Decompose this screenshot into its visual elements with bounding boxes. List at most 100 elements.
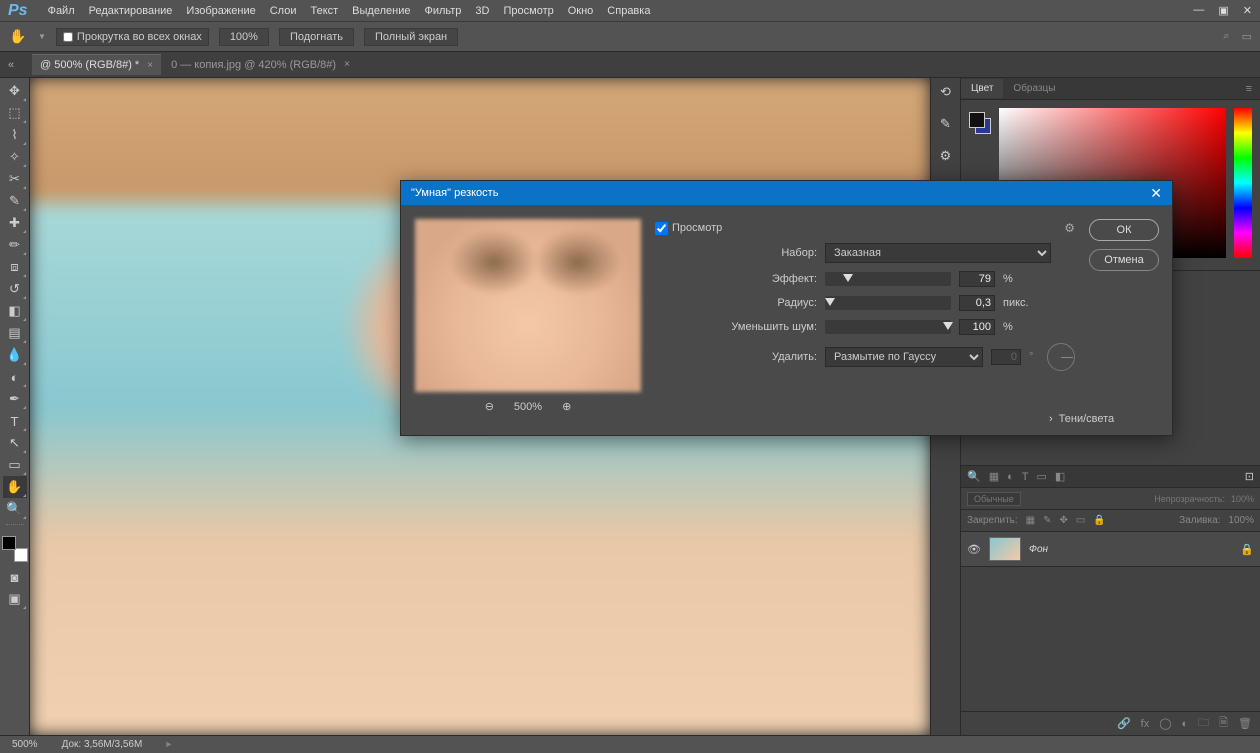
magic-wand-tool-icon[interactable]: ✧	[3, 146, 27, 168]
amount-slider[interactable]	[825, 272, 951, 286]
layer-mask-icon[interactable]: ◯	[1159, 717, 1171, 730]
maximize-icon[interactable]: ▣	[1218, 4, 1228, 17]
layers-filter-img-icon[interactable]: ▦	[989, 470, 999, 483]
history-panel-icon[interactable]: ⟲	[940, 84, 951, 100]
tab-overflow-icon[interactable]: «	[8, 59, 14, 71]
link-layers-icon[interactable]: 🔗	[1117, 717, 1131, 730]
radius-input[interactable]	[959, 295, 995, 311]
noise-slider[interactable]	[825, 320, 951, 334]
close-icon[interactable]: ✕	[1243, 4, 1252, 17]
fg-bg-swatch[interactable]	[969, 112, 991, 134]
quickmask-icon[interactable]: ◙	[3, 566, 27, 588]
status-arrow-icon[interactable]: ▸	[166, 739, 171, 750]
screenmode-icon[interactable]: ▣	[3, 588, 27, 610]
layer-row[interactable]: 👁 Фон 🔒	[961, 531, 1260, 567]
layers-filter-toggle[interactable]: ⊡	[1245, 470, 1254, 483]
dialog-settings-icon[interactable]: ⚙	[1064, 221, 1075, 235]
ok-button[interactable]: ОК	[1089, 219, 1159, 241]
status-doc[interactable]: Док: 3,56M/3,56M	[62, 739, 143, 750]
healing-tool-icon[interactable]: ✚	[3, 212, 27, 234]
menu-image[interactable]: Изображение	[186, 5, 255, 17]
menu-edit[interactable]: Редактирование	[89, 5, 173, 17]
dropdown-icon[interactable]: ▼	[38, 32, 46, 41]
workspace-icon[interactable]: ▭	[1242, 30, 1252, 43]
fullscreen-button[interactable]: Полный экран	[364, 28, 458, 46]
properties-panel-icon[interactable]: ⚙	[940, 148, 952, 164]
dialog-close-icon[interactable]: ✕	[1150, 185, 1162, 202]
menu-type[interactable]: Текст	[310, 5, 338, 17]
menu-layer[interactable]: Слои	[270, 5, 297, 17]
fill-value[interactable]: 100%	[1228, 515, 1254, 526]
adjustment-layer-icon[interactable]: ◐	[1182, 718, 1189, 730]
minimize-icon[interactable]: —	[1193, 4, 1204, 17]
layer-fx-icon[interactable]: fx	[1141, 718, 1150, 730]
layers-filter-type-icon[interactable]: T	[1022, 471, 1029, 483]
scroll-all-checkbox[interactable]: Прокрутка во всех окнах	[56, 28, 209, 46]
gradient-tool-icon[interactable]: ▤	[3, 322, 27, 344]
search-icon[interactable]: ⌕	[1223, 30, 1229, 43]
zoom-out-icon[interactable]: ⊖	[485, 400, 494, 413]
marquee-tool-icon[interactable]: ⬚	[3, 102, 27, 124]
menu-help[interactable]: Справка	[607, 5, 650, 17]
eraser-tool-icon[interactable]: ◧	[3, 300, 27, 322]
menu-file[interactable]: Файл	[48, 5, 75, 17]
layer-thumbnail[interactable]	[989, 537, 1021, 561]
lock-brush-icon[interactable]: ✎	[1043, 515, 1051, 526]
status-zoom[interactable]: 500%	[12, 739, 38, 750]
brush-tool-icon[interactable]: ✏	[3, 234, 27, 256]
panel-menu-icon[interactable]: ≡	[1238, 83, 1260, 95]
layer-visibility-icon[interactable]: 👁	[967, 543, 981, 556]
layers-filter-shape-icon[interactable]: ▭	[1037, 470, 1047, 483]
tab-swatches[interactable]: Образцы	[1003, 79, 1065, 98]
zoom-tool-icon[interactable]: 🔍	[3, 498, 27, 520]
eyedropper-tool-icon[interactable]: ✎	[3, 190, 27, 212]
dodge-tool-icon[interactable]: ◐	[3, 366, 27, 388]
stamp-tool-icon[interactable]: ⧈	[3, 256, 27, 278]
remove-select[interactable]: Размытие по Гауссу	[825, 347, 983, 367]
noise-input[interactable]	[959, 319, 995, 335]
new-group-icon[interactable]: 🗀	[1198, 714, 1209, 733]
move-tool-icon[interactable]: ✥	[3, 80, 27, 102]
pen-tool-icon[interactable]: ✒	[3, 388, 27, 410]
shadows-highlights-toggle[interactable]: › Тени/света	[1049, 413, 1114, 425]
menu-filter[interactable]: Фильтр	[424, 5, 461, 17]
cancel-button[interactable]: Отмена	[1089, 249, 1159, 271]
menu-window[interactable]: Окно	[568, 5, 594, 17]
doc-tab-1[interactable]: @ 500% (RGB/8#) * ×	[32, 54, 161, 75]
lock-position-icon[interactable]: ✥	[1060, 515, 1068, 526]
hand-tool-active-icon[interactable]: ✋	[3, 476, 27, 498]
lock-artboard-icon[interactable]: ▭	[1076, 515, 1085, 526]
delete-layer-icon[interactable]: 🗑	[1238, 717, 1252, 730]
zoom-in-icon[interactable]: ⊕	[562, 400, 571, 413]
doc-tab-2[interactable]: 0 — копия.jpg @ 420% (RGB/8#) ×	[163, 55, 358, 75]
fit-button[interactable]: Подогнать	[279, 28, 354, 46]
preview-checkbox[interactable]: Просмотр	[655, 222, 722, 235]
brushes-panel-icon[interactable]: ✎	[940, 116, 951, 132]
hue-strip[interactable]	[1234, 108, 1252, 258]
layer-name[interactable]: Фон	[1029, 544, 1048, 555]
zoom-100-button[interactable]: 100%	[219, 28, 269, 46]
dialog-preview[interactable]	[415, 219, 641, 392]
type-tool-icon[interactable]: T	[3, 410, 27, 432]
amount-input[interactable]	[959, 271, 995, 287]
tab-color[interactable]: Цвет	[961, 79, 1003, 98]
blend-mode-select[interactable]: Обычные	[967, 492, 1021, 506]
hand-tool-icon[interactable]: ✋	[8, 27, 28, 47]
menu-3d[interactable]: 3D	[475, 5, 489, 17]
crop-tool-icon[interactable]: ✂	[3, 168, 27, 190]
doc-tab-1-close-icon[interactable]: ×	[147, 60, 153, 71]
shape-tool-icon[interactable]: ▭	[3, 454, 27, 476]
layers-filter-adj-icon[interactable]: ◐	[1007, 471, 1014, 483]
lock-pixels-icon[interactable]: ▦	[1026, 515, 1035, 526]
preset-select[interactable]: Заказная	[825, 243, 1051, 263]
history-brush-tool-icon[interactable]: ↺	[3, 278, 27, 300]
radius-slider[interactable]	[825, 296, 951, 310]
menu-view[interactable]: Просмотр	[503, 5, 553, 17]
lock-all-icon[interactable]: 🔒	[1093, 515, 1105, 526]
angle-dial[interactable]	[1047, 343, 1075, 371]
layers-filter-icon[interactable]: 🔍	[967, 470, 981, 483]
opacity-value[interactable]: 100%	[1231, 494, 1254, 504]
dialog-titlebar[interactable]: "Умная" резкость ✕	[401, 181, 1172, 205]
color-swap[interactable]	[2, 536, 28, 562]
doc-tab-2-close-icon[interactable]: ×	[344, 59, 350, 70]
